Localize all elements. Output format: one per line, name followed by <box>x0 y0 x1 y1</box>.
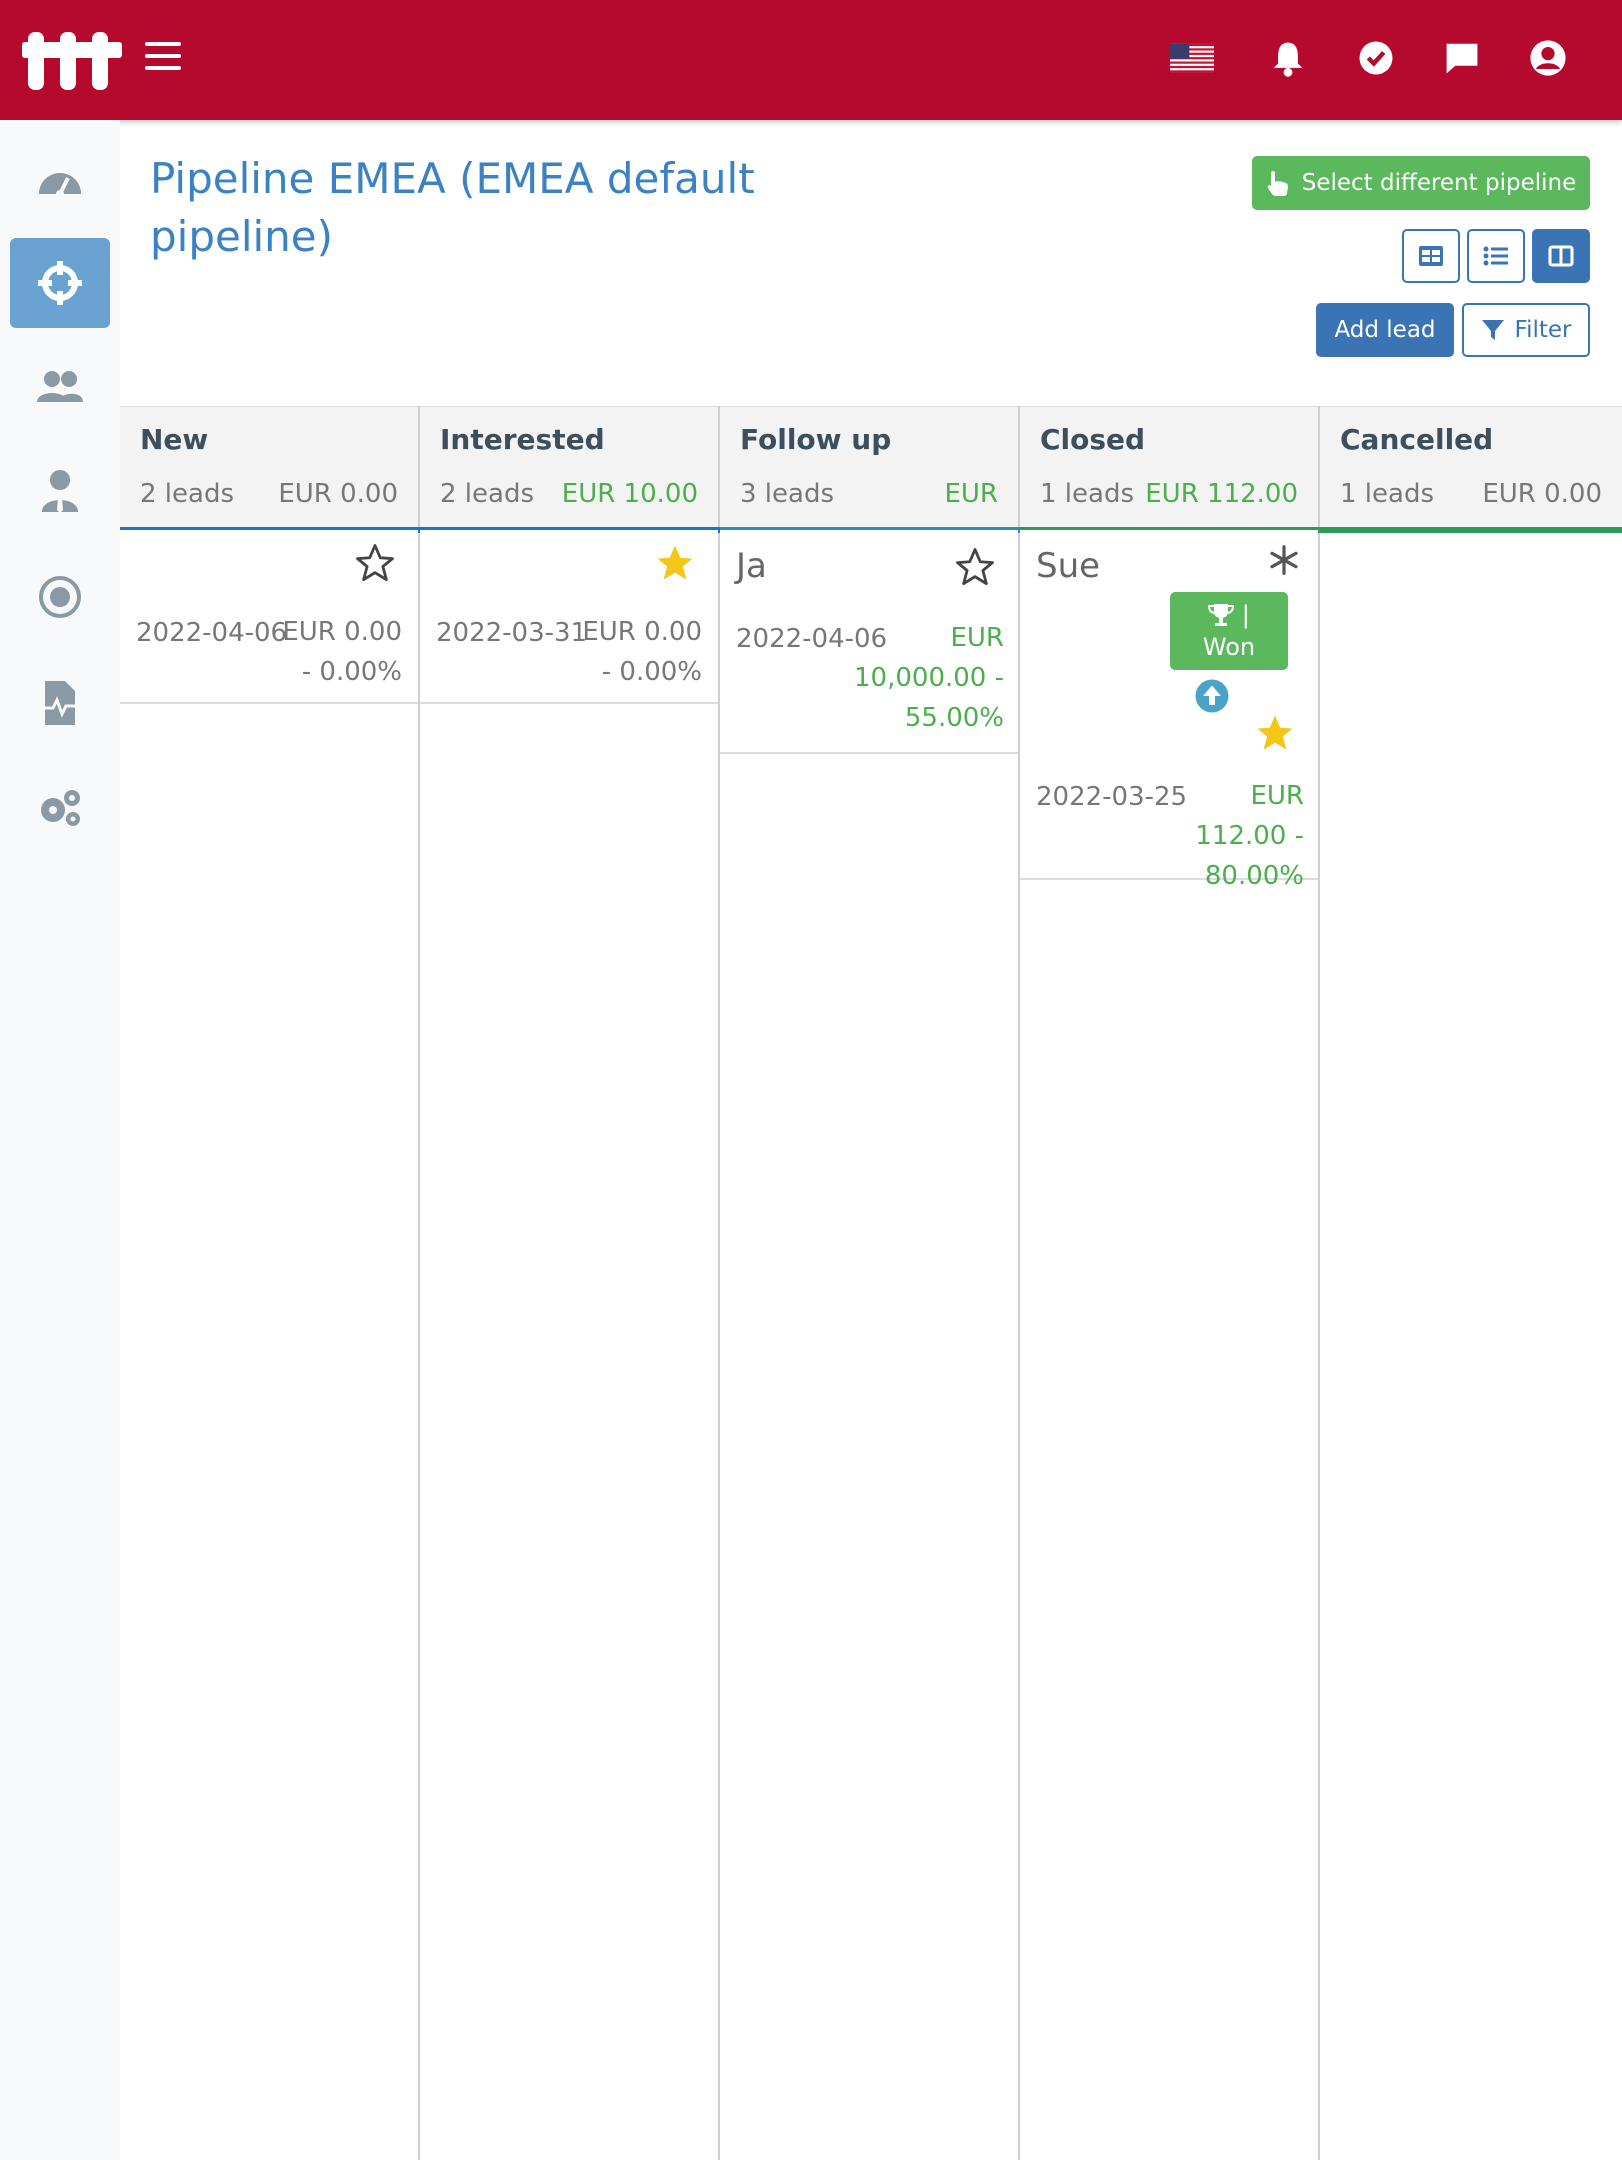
arrow-up-circle-icon[interactable] <box>1194 678 1230 714</box>
column-lead-count: 2 leads <box>440 479 535 509</box>
gauge-icon <box>39 173 81 198</box>
hamburger-menu-icon[interactable] <box>145 42 181 72</box>
snowflake-icon <box>1270 545 1298 575</box>
user-circle-icon[interactable] <box>1526 36 1570 80</box>
column-header: Interested 2 leads EUR 10.00 <box>420 406 720 533</box>
lead-amount: EUR 0.00 - 0.00% <box>282 617 402 687</box>
lead-card[interactable]: 2022-03-31 EUR 0.00 - 0.00% <box>420 530 718 704</box>
trophy-icon <box>1208 604 1235 626</box>
column-header: New 2 leads EUR 0.00 <box>120 406 420 533</box>
add-lead-button[interactable]: Add lead <box>1316 303 1454 357</box>
page-title: Pipeline EMEA (EMEA default pipeline) <box>150 154 755 261</box>
pipeline-column-closed: Closed 1 leads EUR 112.00 Sue | Won 2022… <box>1020 406 1320 2160</box>
select-pipeline-button[interactable]: Select different pipeline <box>1252 156 1590 210</box>
column-amount: EUR <box>944 479 998 509</box>
select-pipeline-label: Select different pipeline <box>1301 170 1577 196</box>
column-header: Follow up 3 leads EUR <box>720 406 1020 533</box>
star-filled-icon[interactable] <box>654 542 696 584</box>
sidebar <box>0 120 120 2160</box>
user-tie-icon <box>42 470 78 513</box>
gears-icon <box>41 790 80 826</box>
column-title: Follow up <box>740 423 892 456</box>
kanban-view-button[interactable] <box>1532 229 1590 283</box>
lead-card[interactable]: 2022-04-06 EUR 0.00 - 0.00% <box>120 530 418 704</box>
column-header: Closed 1 leads EUR 112.00 <box>1020 406 1320 533</box>
column-title: New <box>140 423 209 456</box>
column-title: Interested <box>440 423 605 456</box>
file-chart-icon <box>43 681 77 725</box>
pipeline-column-interested: Interested 2 leads EUR 10.00 2022-03-31 … <box>420 406 720 2160</box>
app-logo[interactable] <box>18 26 130 94</box>
lead-date: 2022-03-31 <box>436 618 588 648</box>
sidebar-item-reports[interactable] <box>10 658 110 748</box>
filter-label: Filter <box>1514 317 1572 343</box>
filter-button[interactable]: Filter <box>1462 303 1590 357</box>
lead-amount: EUR 112.00 - 80.00% <box>1195 781 1304 891</box>
column-amount: EUR 112.00 <box>1145 479 1298 509</box>
lead-card[interactable]: Ja 2022-04-06 EUR 10,000.00 - 55.00% <box>720 530 1018 754</box>
column-title: Cancelled <box>1340 423 1494 456</box>
sidebar-item-targets[interactable] <box>10 552 110 642</box>
kanban-view-icon <box>1548 245 1574 267</box>
column-header: Cancelled 1 leads EUR 0.00 <box>1320 406 1622 533</box>
filter-icon <box>1481 320 1504 340</box>
lead-name: Ja <box>736 546 767 586</box>
lead-name: Sue <box>1036 546 1101 586</box>
won-label: Won <box>1202 633 1256 661</box>
table-view-button[interactable] <box>1402 229 1460 283</box>
column-amount: EUR 0.00 <box>1482 479 1602 509</box>
sidebar-item-pipeline[interactable] <box>10 238 110 328</box>
column-amount: EUR 0.00 <box>278 479 398 509</box>
sidebar-item-employees[interactable] <box>10 446 110 536</box>
lead-card[interactable]: Sue | Won 2022-03-25 EUR 112.00 - 80.00% <box>1020 530 1318 891</box>
column-lead-count: 3 leads <box>740 479 835 509</box>
column-title: Closed <box>1040 423 1146 456</box>
chat-icon[interactable] <box>1440 36 1484 80</box>
column-lead-count: 1 leads <box>1040 479 1135 509</box>
bell-icon[interactable] <box>1266 36 1310 80</box>
star-filled-icon[interactable] <box>1254 712 1296 754</box>
pipeline-column-follow-up: Follow up 3 leads EUR Ja 2022-04-06 EUR … <box>720 406 1020 2160</box>
sidebar-item-settings[interactable] <box>10 762 110 852</box>
star-empty-icon[interactable] <box>954 546 996 588</box>
check-circle-icon[interactable] <box>1354 36 1398 80</box>
column-color-bar <box>1320 527 1622 533</box>
column-amount: EUR 10.00 <box>561 479 698 509</box>
sidebar-item-dashboard[interactable] <box>10 138 110 228</box>
star-empty-icon[interactable] <box>354 542 396 584</box>
won-badge[interactable]: | Won <box>1170 592 1288 670</box>
list-view-button[interactable] <box>1467 229 1525 283</box>
kanban-board: New 2 leads EUR 0.00 2022-04-06 EUR 0.00… <box>120 406 1622 2160</box>
target-icon <box>39 576 81 618</box>
sidebar-item-contacts[interactable] <box>10 342 110 432</box>
lead-amount: EUR 10,000.00 - 55.00% <box>854 623 1004 733</box>
users-icon <box>37 371 83 402</box>
us-flag-icon[interactable] <box>1170 36 1214 80</box>
column-lead-count: 2 leads <box>140 479 235 509</box>
top-navbar <box>0 0 1622 120</box>
pipeline-column-cancelled: Cancelled 1 leads EUR 0.00 <box>1320 406 1622 2160</box>
list-view-icon <box>1483 246 1508 266</box>
lead-date: 2022-04-06 <box>136 618 288 648</box>
pipeline-column-new: New 2 leads EUR 0.00 2022-04-06 EUR 0.00… <box>120 406 420 2160</box>
crosshair-icon <box>38 261 82 305</box>
hand-pointer-icon <box>1267 171 1288 196</box>
column-lead-count: 1 leads <box>1340 479 1435 509</box>
lead-date: 2022-03-25 <box>1036 782 1188 812</box>
lead-amount: EUR 0.00 - 0.00% <box>582 617 702 687</box>
table-view-icon <box>1419 246 1443 266</box>
